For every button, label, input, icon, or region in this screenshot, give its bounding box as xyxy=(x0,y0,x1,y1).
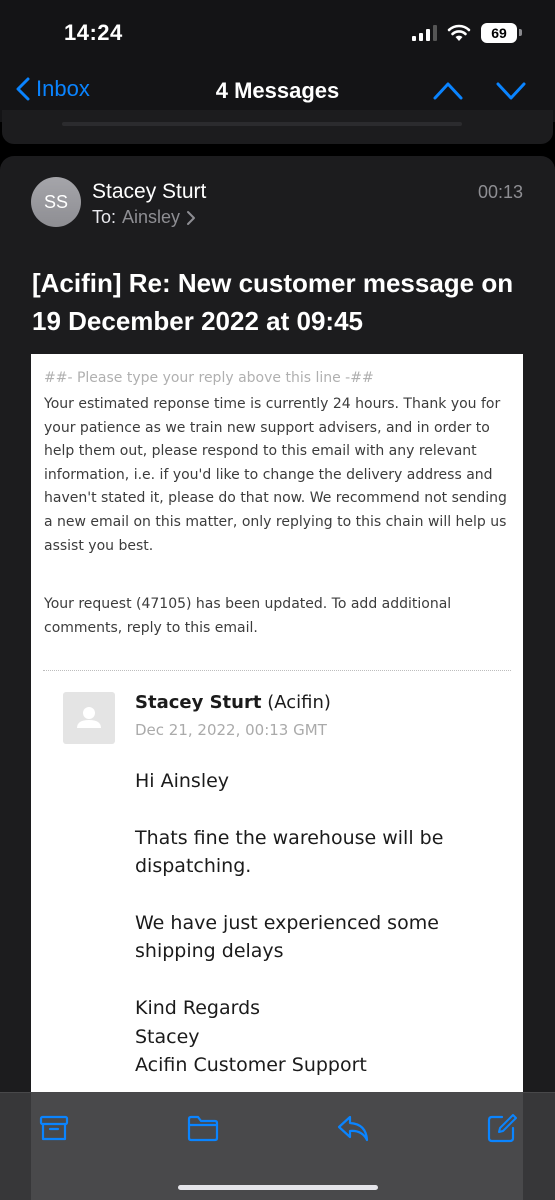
request-updated-text: Your request (47105) has been updated. T… xyxy=(44,596,452,636)
email-body: ##- Please type your reply above this li… xyxy=(31,354,523,1200)
chevron-up-icon[interactable] xyxy=(432,76,464,104)
reply-above-line: ##- Please type your reply above this li… xyxy=(44,370,374,386)
home-indicator[interactable] xyxy=(178,1185,378,1190)
nav-title: 4 Messages xyxy=(215,78,340,103)
person-icon xyxy=(77,707,101,728)
recipient-name: Ainsley xyxy=(122,207,181,227)
folder-icon[interactable] xyxy=(186,1113,220,1143)
previous-message-card[interactable] xyxy=(2,110,553,144)
author-org: (Acifin) xyxy=(267,692,331,713)
to-label: To: xyxy=(92,207,117,227)
message-text: Hi Ainsley Thats fine the warehouse will… xyxy=(135,767,515,1080)
bottom-toolbar xyxy=(0,1092,555,1200)
recipient-line[interactable]: To: Ainsley xyxy=(92,207,196,228)
previous-message-preview xyxy=(62,122,462,126)
author-name: Stacey Sturt xyxy=(135,692,262,713)
chevron-down-icon[interactable] xyxy=(495,76,527,104)
message-greeting: Hi Ainsley xyxy=(135,770,230,792)
wifi-icon xyxy=(447,24,471,41)
battery-icon: 69 xyxy=(481,23,522,43)
status-icons: 69 xyxy=(412,22,522,44)
email-subject: [Acifin] Re: New customer message on 19 … xyxy=(32,268,514,336)
divider xyxy=(43,670,511,671)
battery-level: 69 xyxy=(491,25,507,41)
auto-response-text: Your estimated reponse time is currently… xyxy=(44,396,507,554)
message-paragraph: Thats fine the warehouse will be dispatc… xyxy=(135,826,444,878)
status-time: 14:24 xyxy=(64,20,123,45)
sender-avatar[interactable]: SS xyxy=(31,177,81,227)
reply-icon[interactable] xyxy=(336,1113,370,1143)
archive-icon[interactable] xyxy=(38,1113,70,1143)
status-bar: 14:24 69 xyxy=(0,0,555,66)
message-paragraph: We have just experienced some shipping d… xyxy=(135,911,439,963)
chevron-right-icon xyxy=(187,210,196,225)
author-avatar xyxy=(63,692,115,744)
cellular-signal-icon xyxy=(412,25,437,41)
message-date: Dec 21, 2022, 00:13 GMT xyxy=(135,721,327,739)
email-card: SS Stacey Sturt To: Ainsley 00:13 [Acifi… xyxy=(0,156,555,1200)
compose-icon[interactable] xyxy=(486,1113,518,1143)
signoff-line: Stacey xyxy=(135,1025,200,1048)
signoff-line: Acifin Customer Support xyxy=(135,1054,367,1077)
sender-name[interactable]: Stacey Sturt xyxy=(92,180,206,204)
message-author: Stacey Sturt (Acifin) xyxy=(135,692,331,713)
email-time: 00:13 xyxy=(477,182,523,202)
signoff-line: Kind Regards xyxy=(135,996,261,1019)
